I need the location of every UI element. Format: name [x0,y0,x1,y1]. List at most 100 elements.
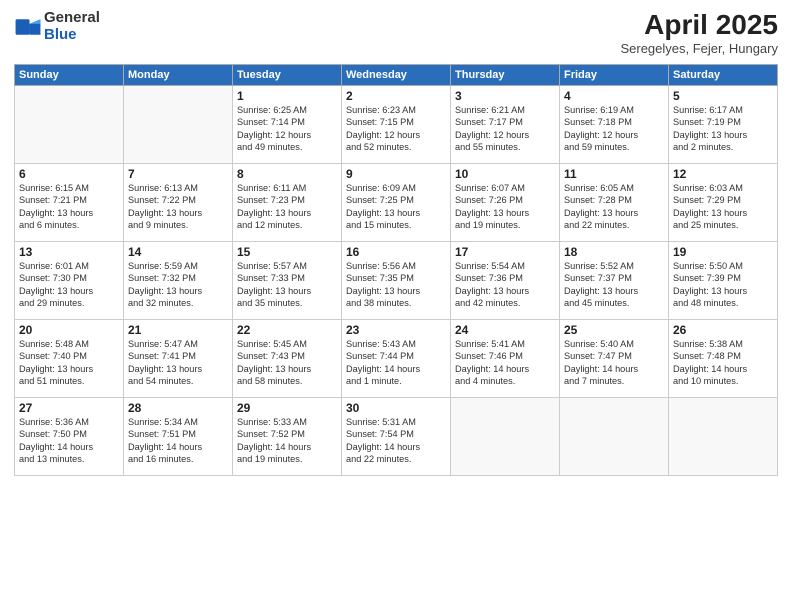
day-number: 29 [237,401,337,415]
week-row-3: 13Sunrise: 6:01 AMSunset: 7:30 PMDayligh… [15,241,778,319]
day-number: 6 [19,167,119,181]
header-sunday: Sunday [15,64,124,85]
table-row: 7Sunrise: 6:13 AMSunset: 7:22 PMDaylight… [124,163,233,241]
day-number: 4 [564,89,664,103]
header-monday: Monday [124,64,233,85]
table-row: 16Sunrise: 5:56 AMSunset: 7:35 PMDayligh… [342,241,451,319]
table-row: 22Sunrise: 5:45 AMSunset: 7:43 PMDayligh… [233,319,342,397]
day-number: 17 [455,245,555,259]
table-row: 23Sunrise: 5:43 AMSunset: 7:44 PMDayligh… [342,319,451,397]
day-info: Sunrise: 6:15 AMSunset: 7:21 PMDaylight:… [19,182,119,232]
day-info: Sunrise: 5:31 AMSunset: 7:54 PMDaylight:… [346,416,446,466]
calendar-header-row: Sunday Monday Tuesday Wednesday Thursday… [15,64,778,85]
table-row: 25Sunrise: 5:40 AMSunset: 7:47 PMDayligh… [560,319,669,397]
table-row: 11Sunrise: 6:05 AMSunset: 7:28 PMDayligh… [560,163,669,241]
table-row: 8Sunrise: 6:11 AMSunset: 7:23 PMDaylight… [233,163,342,241]
calendar: Sunday Monday Tuesday Wednesday Thursday… [14,64,778,476]
header-thursday: Thursday [451,64,560,85]
day-number: 19 [673,245,773,259]
day-info: Sunrise: 6:11 AMSunset: 7:23 PMDaylight:… [237,182,337,232]
table-row: 4Sunrise: 6:19 AMSunset: 7:18 PMDaylight… [560,85,669,163]
table-row: 13Sunrise: 6:01 AMSunset: 7:30 PMDayligh… [15,241,124,319]
day-info: Sunrise: 6:09 AMSunset: 7:25 PMDaylight:… [346,182,446,232]
table-row: 24Sunrise: 5:41 AMSunset: 7:46 PMDayligh… [451,319,560,397]
day-number: 11 [564,167,664,181]
logo-text: General Blue [44,10,100,43]
week-row-2: 6Sunrise: 6:15 AMSunset: 7:21 PMDaylight… [15,163,778,241]
day-number: 8 [237,167,337,181]
table-row: 10Sunrise: 6:07 AMSunset: 7:26 PMDayligh… [451,163,560,241]
logo-general: General [44,10,100,27]
day-info: Sunrise: 6:19 AMSunset: 7:18 PMDaylight:… [564,104,664,154]
table-row: 29Sunrise: 5:33 AMSunset: 7:52 PMDayligh… [233,397,342,475]
table-row: 19Sunrise: 5:50 AMSunset: 7:39 PMDayligh… [669,241,778,319]
table-row: 6Sunrise: 6:15 AMSunset: 7:21 PMDaylight… [15,163,124,241]
table-row: 5Sunrise: 6:17 AMSunset: 7:19 PMDaylight… [669,85,778,163]
location: Seregelyes, Fejer, Hungary [620,41,778,56]
day-number: 7 [128,167,228,181]
table-row: 15Sunrise: 5:57 AMSunset: 7:33 PMDayligh… [233,241,342,319]
day-info: Sunrise: 5:41 AMSunset: 7:46 PMDaylight:… [455,338,555,388]
day-number: 18 [564,245,664,259]
header-wednesday: Wednesday [342,64,451,85]
day-info: Sunrise: 6:13 AMSunset: 7:22 PMDaylight:… [128,182,228,232]
day-info: Sunrise: 6:23 AMSunset: 7:15 PMDaylight:… [346,104,446,154]
day-info: Sunrise: 5:36 AMSunset: 7:50 PMDaylight:… [19,416,119,466]
table-row [560,397,669,475]
day-number: 30 [346,401,446,415]
logo: General Blue [14,10,100,43]
table-row [15,85,124,163]
day-info: Sunrise: 5:33 AMSunset: 7:52 PMDaylight:… [237,416,337,466]
table-row: 30Sunrise: 5:31 AMSunset: 7:54 PMDayligh… [342,397,451,475]
day-info: Sunrise: 5:38 AMSunset: 7:48 PMDaylight:… [673,338,773,388]
day-number: 28 [128,401,228,415]
day-info: Sunrise: 6:07 AMSunset: 7:26 PMDaylight:… [455,182,555,232]
table-row: 17Sunrise: 5:54 AMSunset: 7:36 PMDayligh… [451,241,560,319]
page: General Blue April 2025 Seregelyes, Feje… [0,0,792,612]
day-number: 5 [673,89,773,103]
header-friday: Friday [560,64,669,85]
table-row: 2Sunrise: 6:23 AMSunset: 7:15 PMDaylight… [342,85,451,163]
table-row: 26Sunrise: 5:38 AMSunset: 7:48 PMDayligh… [669,319,778,397]
day-number: 13 [19,245,119,259]
day-number: 1 [237,89,337,103]
day-info: Sunrise: 5:54 AMSunset: 7:36 PMDaylight:… [455,260,555,310]
title-block: April 2025 Seregelyes, Fejer, Hungary [620,10,778,56]
day-info: Sunrise: 5:47 AMSunset: 7:41 PMDaylight:… [128,338,228,388]
day-info: Sunrise: 5:50 AMSunset: 7:39 PMDaylight:… [673,260,773,310]
table-row [669,397,778,475]
day-number: 16 [346,245,446,259]
day-info: Sunrise: 6:25 AMSunset: 7:14 PMDaylight:… [237,104,337,154]
day-number: 14 [128,245,228,259]
day-info: Sunrise: 5:56 AMSunset: 7:35 PMDaylight:… [346,260,446,310]
day-number: 2 [346,89,446,103]
day-info: Sunrise: 6:03 AMSunset: 7:29 PMDaylight:… [673,182,773,232]
day-info: Sunrise: 6:21 AMSunset: 7:17 PMDaylight:… [455,104,555,154]
day-info: Sunrise: 5:34 AMSunset: 7:51 PMDaylight:… [128,416,228,466]
table-row [451,397,560,475]
table-row: 14Sunrise: 5:59 AMSunset: 7:32 PMDayligh… [124,241,233,319]
logo-icon [14,13,42,41]
table-row: 12Sunrise: 6:03 AMSunset: 7:29 PMDayligh… [669,163,778,241]
table-row: 18Sunrise: 5:52 AMSunset: 7:37 PMDayligh… [560,241,669,319]
day-number: 21 [128,323,228,337]
day-number: 24 [455,323,555,337]
day-info: Sunrise: 6:01 AMSunset: 7:30 PMDaylight:… [19,260,119,310]
day-number: 3 [455,89,555,103]
day-info: Sunrise: 5:43 AMSunset: 7:44 PMDaylight:… [346,338,446,388]
day-number: 22 [237,323,337,337]
day-info: Sunrise: 5:57 AMSunset: 7:33 PMDaylight:… [237,260,337,310]
week-row-5: 27Sunrise: 5:36 AMSunset: 7:50 PMDayligh… [15,397,778,475]
month-title: April 2025 [620,10,778,41]
table-row: 20Sunrise: 5:48 AMSunset: 7:40 PMDayligh… [15,319,124,397]
day-number: 25 [564,323,664,337]
day-number: 10 [455,167,555,181]
header-tuesday: Tuesday [233,64,342,85]
table-row [124,85,233,163]
day-number: 9 [346,167,446,181]
table-row: 21Sunrise: 5:47 AMSunset: 7:41 PMDayligh… [124,319,233,397]
table-row: 9Sunrise: 6:09 AMSunset: 7:25 PMDaylight… [342,163,451,241]
table-row: 28Sunrise: 5:34 AMSunset: 7:51 PMDayligh… [124,397,233,475]
day-info: Sunrise: 6:05 AMSunset: 7:28 PMDaylight:… [564,182,664,232]
day-number: 15 [237,245,337,259]
